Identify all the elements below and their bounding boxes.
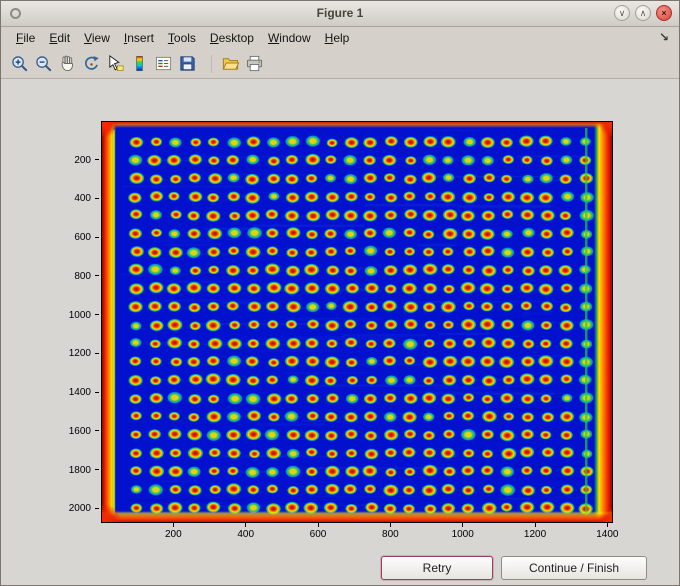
y-tick-label: 200 bbox=[74, 154, 91, 166]
figure-canvas: Retry Continue / Finish 200 400 600 800 1000… bbox=[1, 79, 679, 585]
y-tick-mark bbox=[95, 197, 99, 199]
dock-figure-icon[interactable]: ↘ bbox=[659, 30, 669, 44]
x-tick-mark bbox=[389, 523, 391, 527]
x-tick-mark bbox=[245, 523, 247, 527]
x-tick-mark bbox=[534, 523, 536, 527]
menubar: File Edit View Insert Tools Desktop Window Help… bbox=[1, 27, 679, 49]
figure-toolbar bbox=[1, 49, 679, 79]
microarray-image bbox=[102, 122, 612, 522]
y-tick-label: 400 bbox=[74, 193, 91, 205]
menu-view[interactable]: View bbox=[77, 29, 117, 47]
y-tick-label: 800 bbox=[74, 270, 91, 282]
zoom-out-icon bbox=[34, 54, 53, 73]
open-folder-button[interactable] bbox=[218, 52, 242, 76]
y-tick-label: 1200 bbox=[68, 348, 91, 360]
zoom-in-button[interactable] bbox=[7, 52, 31, 76]
toolbar-separator bbox=[202, 54, 212, 73]
figure-window: Figure 1 ∨ ∧ × File Edit View Insert Tools Desk… bbox=[0, 0, 680, 586]
menu-file[interactable]: File bbox=[9, 29, 42, 47]
colorbar-icon bbox=[130, 54, 149, 73]
y-tick-mark bbox=[95, 275, 99, 277]
menu-tools[interactable]: Tools bbox=[161, 29, 203, 47]
window-controls: ∨ ∧ × bbox=[614, 5, 672, 21]
menu-items: File Edit View Insert Tools Desktop Window Help bbox=[9, 27, 356, 49]
x-tick-mark bbox=[462, 523, 464, 527]
window-title: Figure 1 bbox=[316, 6, 364, 20]
x-tick-mark bbox=[172, 523, 174, 527]
y-tick-mark bbox=[95, 507, 99, 509]
pan-icon bbox=[58, 54, 77, 73]
titlebar[interactable]: Figure 1 ∨ ∧ × bbox=[1, 1, 679, 27]
rotate-3d-icon bbox=[82, 54, 101, 73]
data-cursor-icon bbox=[106, 54, 125, 73]
y-tick-label: 2000 bbox=[68, 503, 91, 515]
menu-help[interactable]: Help bbox=[318, 29, 357, 47]
x-tick-label: 600 bbox=[309, 529, 327, 540]
menu-window[interactable]: Window bbox=[261, 29, 318, 47]
y-tick-label: 1800 bbox=[68, 464, 91, 476]
axes-image-plot[interactable] bbox=[101, 121, 613, 523]
menu-edit[interactable]: Edit bbox=[42, 29, 77, 47]
x-tick-label: 1000 bbox=[451, 529, 474, 540]
zoom-out-button[interactable] bbox=[31, 52, 55, 76]
shade-button[interactable]: ∨ bbox=[614, 5, 630, 21]
y-tick-mark bbox=[95, 159, 99, 161]
menu-insert[interactable]: Insert bbox=[117, 29, 161, 47]
retry-button[interactable]: Retry bbox=[381, 556, 493, 580]
maximize-button[interactable]: ∧ bbox=[635, 5, 651, 21]
data-cursor-button[interactable] bbox=[103, 52, 127, 76]
pan-button[interactable] bbox=[55, 52, 79, 76]
open-folder-icon bbox=[221, 54, 240, 73]
zoom-in-icon bbox=[10, 54, 29, 73]
close-button[interactable]: × bbox=[656, 5, 672, 21]
y-tick-mark bbox=[95, 236, 99, 238]
y-tick-label: 1600 bbox=[68, 425, 91, 437]
y-tick-label: 1400 bbox=[68, 387, 91, 399]
print-button[interactable] bbox=[242, 52, 266, 76]
x-tick-label: 800 bbox=[382, 529, 399, 540]
rotate-3d-button[interactable] bbox=[79, 52, 103, 76]
x-tick-mark bbox=[317, 523, 319, 527]
menu-desktop[interactable]: Desktop bbox=[203, 29, 261, 47]
continue-finish-button[interactable]: Continue / Finish bbox=[501, 556, 647, 580]
save-icon bbox=[178, 54, 197, 73]
y-tick-mark bbox=[95, 430, 99, 432]
y-tick-label: 600 bbox=[74, 232, 91, 244]
x-tick-label: 1200 bbox=[523, 529, 547, 540]
x-tick-label: 400 bbox=[237, 529, 255, 540]
x-tick-label: 1400 bbox=[596, 529, 619, 540]
y-tick-mark bbox=[95, 314, 99, 316]
colorbar-button[interactable] bbox=[127, 52, 151, 76]
y-tick-label: 1000 bbox=[68, 309, 91, 321]
y-tick-mark bbox=[95, 469, 99, 471]
save-button[interactable] bbox=[175, 52, 199, 76]
print-icon bbox=[245, 54, 264, 73]
legend-icon bbox=[154, 54, 173, 73]
x-tick-mark bbox=[606, 523, 608, 527]
y-tick-mark bbox=[95, 352, 99, 354]
x-tick-label: 200 bbox=[164, 529, 182, 540]
y-tick-mark bbox=[95, 391, 99, 393]
legend-button[interactable] bbox=[151, 52, 175, 76]
